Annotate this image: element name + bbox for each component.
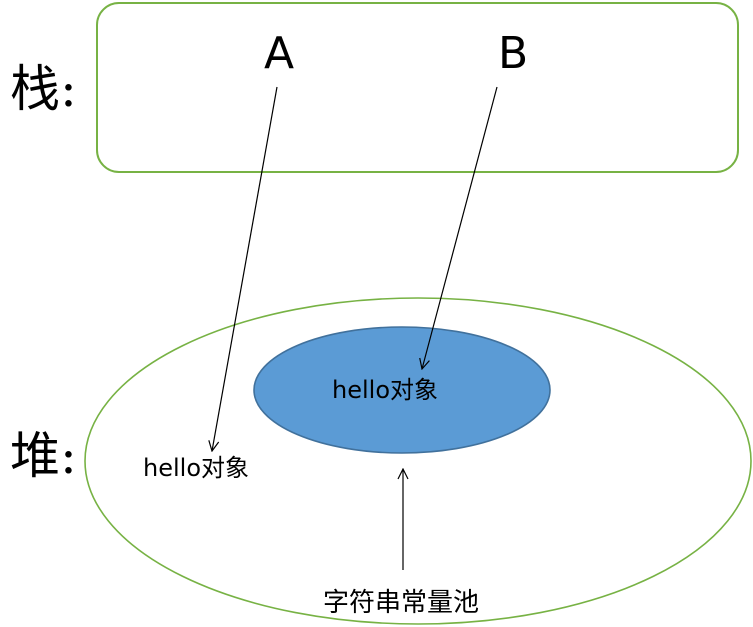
string-constant-pool-label: 字符串常量池 xyxy=(323,588,479,618)
heap-label: 堆: xyxy=(10,427,77,485)
variable-b: B xyxy=(498,28,528,79)
memory-diagram: 栈: 堆: hello对象 hello对象 A B 字符串常量池 xyxy=(10,2,752,625)
heap-object-label: hello对象 xyxy=(143,454,249,482)
variable-a: A xyxy=(264,28,294,79)
stack-region xyxy=(96,2,739,173)
stack-label: 栈: xyxy=(10,60,77,118)
pool-object-label: hello对象 xyxy=(332,376,438,404)
